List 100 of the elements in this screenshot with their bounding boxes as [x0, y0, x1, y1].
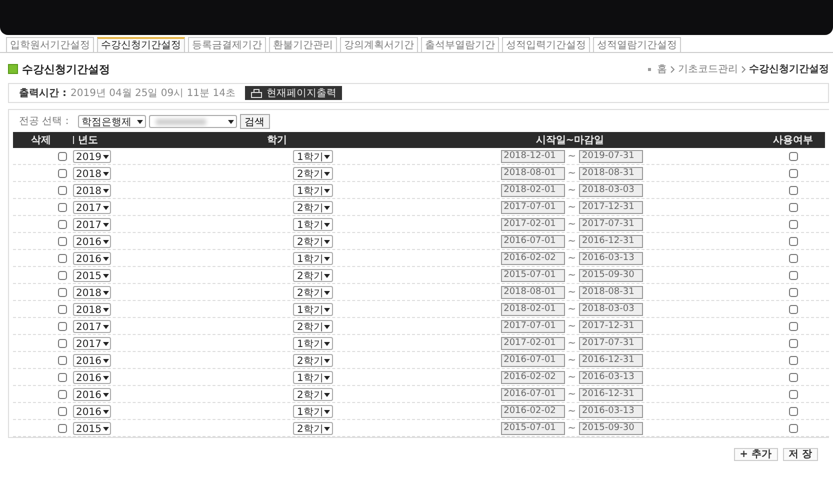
date-field[interactable]: 2018-03-03 [579, 302, 643, 316]
checkbox[interactable] [58, 424, 67, 432]
year-select[interactable]: 2016 [73, 388, 111, 400]
date-field[interactable]: 2015-07-01 [500, 422, 565, 434]
date-field[interactable]: 2019-07-31 [579, 150, 643, 162]
date-field[interactable]: 2017-12-31 [579, 320, 643, 332]
checkbox[interactable] [58, 338, 67, 348]
date-field[interactable]: 2017-07-31 [579, 218, 643, 230]
year-select[interactable]: 2019 [73, 150, 111, 162]
year-select[interactable]: 2016 [73, 370, 111, 384]
term-select[interactable]: 2학기 [293, 166, 333, 180]
term-select[interactable]: 2학기 [293, 286, 333, 298]
checkbox[interactable] [58, 270, 67, 280]
save-button[interactable]: 저 장 [782, 448, 818, 461]
date-field[interactable]: 2017-02-01 [500, 336, 565, 350]
term-select[interactable]: 1학기 [293, 150, 333, 162]
date-field[interactable]: 2018-08-01 [500, 166, 565, 180]
checkbox[interactable] [788, 270, 798, 280]
course-select[interactable] [148, 114, 237, 128]
checkbox[interactable] [58, 390, 67, 398]
checkbox[interactable] [58, 220, 67, 228]
checkbox[interactable] [58, 186, 67, 194]
term-select[interactable]: 2학기 [293, 354, 333, 366]
term-select[interactable]: 1학기 [293, 252, 333, 264]
checkbox[interactable] [788, 220, 798, 228]
date-field[interactable]: 2018-08-31 [579, 166, 643, 180]
breadcrumb-link[interactable]: 수강신청기간설정 [749, 62, 829, 76]
checkbox[interactable] [58, 152, 67, 160]
date-field[interactable]: 2015-07-01 [500, 268, 565, 282]
breadcrumb-link[interactable]: 홈 [657, 62, 667, 76]
checkbox[interactable] [58, 406, 67, 416]
checkbox[interactable] [788, 356, 798, 364]
date-field[interactable]: 2017-02-01 [500, 218, 565, 230]
date-field[interactable]: 2018-08-01 [500, 286, 565, 298]
term-select[interactable]: 2학기 [293, 320, 333, 332]
tab[interactable]: 수강신청기간설정 [97, 37, 185, 52]
checkbox[interactable] [58, 322, 67, 330]
date-field[interactable]: 2018-03-03 [579, 184, 643, 196]
date-field[interactable]: 2017-07-01 [500, 320, 565, 332]
checkbox[interactable] [788, 372, 798, 382]
year-select[interactable]: 2016 [73, 234, 111, 248]
term-select[interactable]: 2학기 [293, 200, 333, 214]
date-field[interactable]: 2015-09-30 [579, 268, 643, 282]
checkbox[interactable] [788, 406, 798, 416]
date-field[interactable]: 2018-02-01 [500, 184, 565, 196]
checkbox[interactable] [788, 322, 798, 330]
date-field[interactable]: 2018-08-31 [579, 286, 643, 298]
tab[interactable]: 입학원서기간설정 [6, 37, 94, 52]
checkbox[interactable] [788, 288, 798, 296]
term-select[interactable]: 1학기 [293, 184, 333, 196]
term-select[interactable]: 1학기 [293, 370, 333, 384]
year-select[interactable]: 2016 [73, 252, 111, 264]
checkbox[interactable] [788, 236, 798, 246]
checkbox[interactable] [58, 356, 67, 364]
checkbox[interactable] [788, 304, 798, 314]
term-select[interactable]: 2학기 [293, 422, 333, 434]
date-field[interactable]: 2017-12-31 [579, 200, 643, 214]
date-field[interactable]: 2016-07-01 [500, 354, 565, 366]
term-select[interactable]: 1학기 [293, 302, 333, 316]
checkbox[interactable] [58, 372, 67, 382]
year-select[interactable]: 2017 [73, 320, 111, 332]
year-select[interactable]: 2015 [73, 268, 111, 282]
checkbox[interactable] [788, 424, 798, 432]
major-select[interactable]: 학점은행제 [78, 114, 146, 128]
date-field[interactable]: 2016-03-13 [579, 370, 643, 384]
term-select[interactable]: 1학기 [293, 336, 333, 350]
date-field[interactable]: 2016-03-13 [579, 404, 643, 418]
date-field[interactable]: 2016-07-01 [500, 234, 565, 248]
checkbox[interactable] [58, 236, 67, 246]
date-field[interactable]: 2018-02-01 [500, 302, 565, 316]
date-field[interactable]: 2016-12-31 [579, 354, 643, 366]
year-select[interactable]: 2017 [73, 336, 111, 350]
tab[interactable]: 성적입력기간설정 [502, 37, 590, 52]
year-select[interactable]: 2018 [73, 166, 111, 180]
date-field[interactable]: 2016-02-02 [500, 370, 565, 384]
term-select[interactable]: 1학기 [293, 404, 333, 418]
year-select[interactable]: 2018 [73, 184, 111, 196]
tab[interactable]: 강의계획서기간 [340, 37, 418, 52]
tab[interactable]: 출석부열람기간 [421, 37, 499, 52]
year-select[interactable]: 2015 [73, 422, 111, 434]
date-field[interactable]: 2016-12-31 [579, 234, 643, 248]
year-select[interactable]: 2017 [73, 200, 111, 214]
checkbox[interactable] [58, 202, 67, 212]
date-field[interactable]: 2015-09-30 [579, 422, 643, 434]
checkbox[interactable] [788, 152, 798, 160]
checkbox[interactable] [788, 338, 798, 348]
tab[interactable]: 등록금결제기간 [188, 37, 266, 52]
checkbox[interactable] [788, 168, 798, 178]
year-select[interactable]: 2016 [73, 354, 111, 366]
checkbox[interactable] [788, 254, 798, 262]
search-button[interactable]: 검색 [240, 114, 270, 128]
checkbox[interactable] [788, 390, 798, 398]
term-select[interactable]: 2학기 [293, 268, 333, 282]
year-select[interactable]: 2016 [73, 404, 111, 418]
term-select[interactable]: 2학기 [293, 388, 333, 400]
year-select[interactable]: 2018 [73, 302, 111, 316]
year-select[interactable]: 2018 [73, 286, 111, 298]
term-select[interactable]: 2학기 [293, 234, 333, 248]
print-button[interactable]: 현재페이지출력 [245, 86, 342, 100]
date-field[interactable]: 2016-02-02 [500, 252, 565, 264]
